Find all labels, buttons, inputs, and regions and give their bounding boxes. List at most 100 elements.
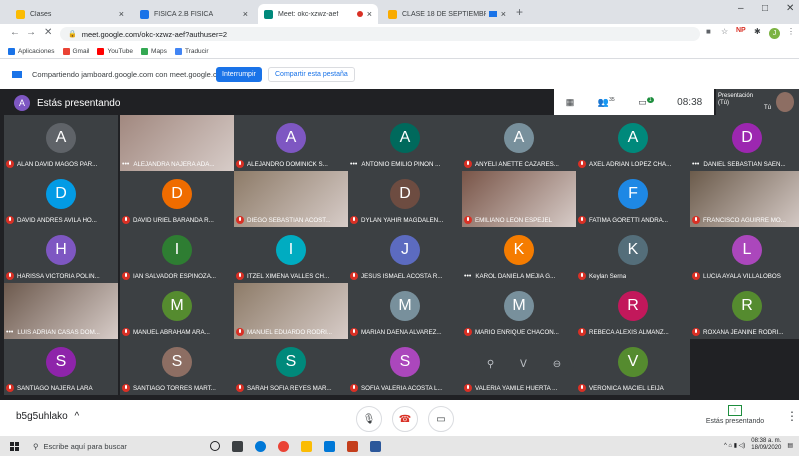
- clock[interactable]: 08:38 a. m. 18/09/2020: [751, 438, 781, 452]
- participant-tile[interactable]: ••• ALEJANDRA NAJERA ADA...: [120, 115, 234, 173]
- close-tab-icon[interactable]: ×: [243, 9, 248, 19]
- tab-meet[interactable]: Meet: okc-xzwz-aef ×: [258, 4, 378, 24]
- tray-icons[interactable]: ^ ⌂ ▮ ◁): [724, 442, 745, 449]
- system-tray: ^ ⌂ ▮ ◁) 08:38 a. m. 18/09/2020 ▤: [724, 438, 793, 452]
- chat-button[interactable]: ▭ 1: [638, 96, 654, 108]
- participant-tile[interactable]: S SANTIAGO NAJERA LARA: [4, 339, 118, 395]
- bookmark-maps[interactable]: Maps: [141, 47, 167, 55]
- taskbar-search[interactable]: ⚲ Escribe aquí para buscar: [33, 442, 198, 451]
- mic-off-icon[interactable]: Ⅴ: [520, 359, 527, 370]
- back-button[interactable]: ←: [10, 27, 20, 38]
- close-tab-icon[interactable]: ×: [119, 9, 124, 19]
- share-this-tab-button[interactable]: Compartir esta pestaña: [268, 67, 355, 82]
- close-tab-icon[interactable]: ×: [367, 9, 372, 19]
- tab-jamboard[interactable]: CLASE 18 DE SEPTIEMBRE - ×: [382, 4, 512, 24]
- mic-muted-icon: [578, 272, 586, 280]
- participant-tile[interactable]: MANUEL EDUARDO RODRI...: [234, 283, 348, 339]
- forward-button[interactable]: →: [26, 27, 36, 38]
- new-tab-button[interactable]: +: [516, 5, 523, 19]
- tab-fisica[interactable]: FÍSICA 2.B FÍSICA ×: [134, 4, 254, 24]
- participants-button[interactable]: 👥35: [598, 97, 615, 108]
- participant-tile[interactable]: M MARIO ENRIQUE CHACON...: [462, 283, 576, 339]
- classroom-icon: [16, 9, 25, 19]
- participant-tile[interactable]: S SOFIA VALERIA ACOSTA L...: [348, 339, 462, 395]
- participant-tile[interactable]: R REBECA ALEXIS ALMANZ...: [576, 283, 690, 339]
- participant-tile[interactable]: K Keylan Serna: [576, 227, 690, 283]
- camera-button[interactable]: ▭: [428, 406, 454, 432]
- participant-tile[interactable]: D DAVID URIEL BARANDA R...: [120, 171, 234, 227]
- profile-avatar[interactable]: J: [769, 28, 780, 39]
- participant-tile[interactable]: D DYLAN YAHIR MAGDALEN...: [348, 171, 462, 227]
- participant-tile[interactable]: EMILIANO LEON ESPEJEL: [462, 171, 576, 227]
- self-view-tile[interactable]: Presentación (Tú) Tú: [716, 89, 799, 115]
- participant-tile[interactable]: I ITZEL XIMENA VALLES CH...: [234, 227, 348, 283]
- bookmark-youtube[interactable]: YouTube: [97, 47, 133, 55]
- participant-tile[interactable]: J JESUS ISMAEL ACOSTA R...: [348, 227, 462, 283]
- participant-tile[interactable]: A AXEL ADRIAN LOPEZ CHA...: [576, 115, 690, 171]
- camera-icon[interactable]: ■: [706, 27, 711, 36]
- menu-icon[interactable]: ⋮: [787, 27, 795, 36]
- chevron-up-icon: ^: [74, 411, 80, 422]
- cortana-icon[interactable]: [210, 441, 220, 451]
- participant-tile[interactable]: DIEGO SEBASTIAN ACOST...: [234, 171, 348, 227]
- participant-tile[interactable]: A ALAN DAVID MAGOS PAR...: [4, 115, 118, 171]
- stop-sharing-button[interactable]: Interrumpir: [216, 67, 262, 82]
- participant-name: DAVID ANDRES AVILA HO...: [17, 216, 97, 224]
- pin-icon[interactable]: ⚲: [487, 359, 494, 370]
- participant-tile[interactable]: ••• LUIS ADRIAN CASAS DOM...: [4, 283, 118, 339]
- minimize-button[interactable]: –: [738, 3, 744, 14]
- participant-tile[interactable]: R ROXANA JEANINE RODRI...: [690, 283, 799, 339]
- windows-start-icon[interactable]: [10, 441, 19, 451]
- more-options-button[interactable]: ⋮: [786, 409, 798, 423]
- participant-tile[interactable]: S SANTIAGO TORRES MART...: [120, 339, 234, 395]
- participant-tile[interactable]: FRANCISCO AGUIRRE MO...: [690, 171, 799, 227]
- participant-avatar: A: [618, 123, 648, 153]
- participant-name: ITZEL XIMENA VALLES CH...: [247, 272, 330, 280]
- word-icon[interactable]: [370, 440, 381, 452]
- participant-tile[interactable]: A ALEJANDRO DOMINICK S...: [234, 115, 348, 171]
- star-icon[interactable]: ☆: [721, 27, 728, 36]
- participant-tile[interactable]: H HARISSA VICTORIA POLIN...: [4, 227, 118, 283]
- tab-title: Meet: okc-xzwz-aef: [278, 10, 339, 18]
- close-window-button[interactable]: ✕: [786, 3, 794, 14]
- participant-avatar: A: [390, 123, 420, 153]
- address-input[interactable]: 🔒 meet.google.com/okc-xzwz-aef?authuser=…: [60, 27, 700, 41]
- extension-icon[interactable]: NP: [736, 27, 746, 34]
- powerpoint-icon[interactable]: [347, 440, 358, 452]
- task-view-icon[interactable]: [232, 440, 243, 452]
- participant-tile[interactable]: D DAVID ANDRES AVILA HO...: [4, 171, 118, 227]
- stop-button[interactable]: ✕: [44, 27, 52, 38]
- participant-tile[interactable]: L LUCIA AYALA VILLALOBOS: [690, 227, 799, 283]
- participant-tile[interactable]: K ••• KAROL DANIELA MEJIA G...: [462, 227, 576, 283]
- bookmark-apps[interactable]: Aplicaciones: [8, 47, 55, 55]
- layout-icon[interactable]: ▦: [566, 97, 575, 108]
- participant-tile[interactable]: D ••• DANIEL SEBASTIAN SAEN...: [690, 115, 799, 171]
- participant-tile[interactable]: I IAN SALVADOR ESPINOZA...: [120, 227, 234, 283]
- chrome-icon[interactable]: [278, 440, 289, 452]
- file-explorer-icon[interactable]: [301, 440, 312, 452]
- extensions-icon[interactable]: ✱: [754, 27, 761, 36]
- participant-avatar: R: [732, 291, 762, 321]
- edge-icon[interactable]: [255, 440, 266, 452]
- maximize-button[interactable]: □: [762, 3, 768, 14]
- participant-tile[interactable]: A ANYELI ANETTE CAZARES...: [462, 115, 576, 171]
- notifications-icon[interactable]: ▤: [787, 442, 793, 449]
- meeting-code-button[interactable]: b5g5uhlako ^: [16, 411, 79, 422]
- participant-tile[interactable]: M MANUEL ABRAHAM ARA...: [120, 283, 234, 339]
- microphone-button[interactable]: 🎙: [356, 406, 382, 432]
- presenting-button[interactable]: ↑ Estás presentando: [700, 405, 770, 425]
- leave-call-button[interactable]: ☎: [392, 406, 418, 432]
- participant-tile[interactable]: A ••• ANTONIO EMILIO PIÑON ...: [348, 115, 462, 171]
- tab-clases[interactable]: Clases ×: [10, 4, 130, 24]
- bookmark-gmail[interactable]: Gmail: [62, 47, 89, 55]
- mail-icon[interactable]: [324, 440, 335, 452]
- bookmark-translate[interactable]: Traducir: [174, 47, 209, 55]
- participant-tile[interactable]: M MARIAN DAENA ALVAREZ...: [348, 283, 462, 339]
- mic-muted-icon: [464, 216, 472, 224]
- participant-tile[interactable]: S SARAH SOFIA REYES MAR...: [234, 339, 348, 395]
- close-tab-icon[interactable]: ×: [501, 9, 506, 19]
- remove-icon[interactable]: ⊖: [553, 359, 561, 370]
- participant-tile[interactable]: F FATIMA GORETTI ANDRA...: [576, 171, 690, 227]
- participant-name: LUCIA AYALA VILLALOBOS: [703, 272, 781, 280]
- participant-tile[interactable]: V VERONICA MACIEL LEIJA: [576, 339, 690, 395]
